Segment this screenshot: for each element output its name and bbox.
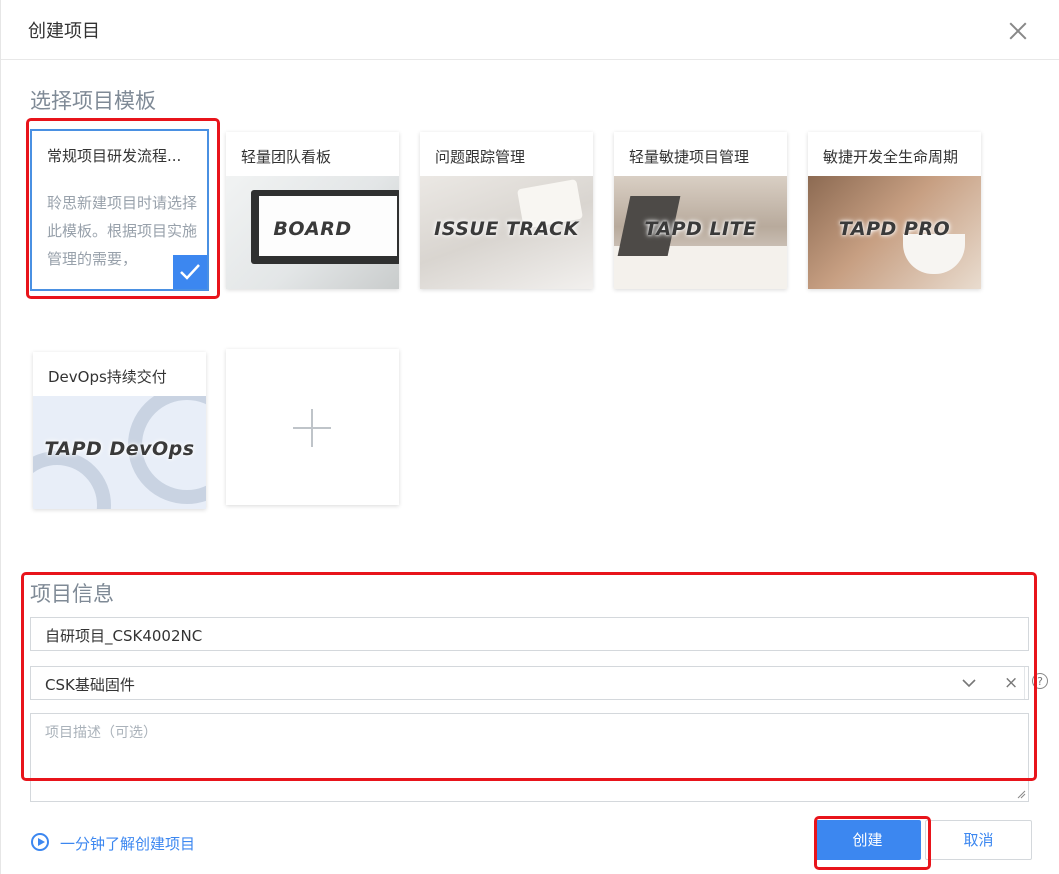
cancel-button[interactable]: 取消 (925, 820, 1032, 860)
template-card-standard[interactable]: 常规项目研发流程... 聆思新建项目时请选择此模板。根据项目实施管理的需要， (30, 129, 209, 291)
project-category-value: CSK基础固件 (45, 676, 135, 694)
template-card-image: ISSUE TRACK (420, 176, 593, 289)
template-card-image: TAPD DevOps (33, 396, 206, 509)
help-video-text: 一分钟了解创建项目 (60, 835, 196, 853)
selected-check-icon (173, 255, 207, 289)
project-category-select[interactable]: CSK基础固件 × (30, 666, 1029, 700)
project-description-placeholder: 项目描述（可选） (45, 725, 157, 741)
template-card-issue-track[interactable]: 问题跟踪管理 ISSUE TRACK (420, 132, 593, 289)
help-icon[interactable]: ? (1032, 673, 1048, 689)
template-card-image-label: ISSUE TRACK (434, 218, 579, 240)
template-card-title: 敏捷开发全生命周期 (823, 148, 959, 166)
clear-icon[interactable]: × (1004, 673, 1018, 693)
template-card-pro[interactable]: 敏捷开发全生命周期 TAPD PRO (808, 132, 981, 289)
resize-grip-icon[interactable] (1016, 789, 1026, 799)
template-card-image-label: BOARD (273, 218, 352, 240)
template-card-lite[interactable]: 轻量敏捷项目管理 TAPD LITE (614, 132, 787, 289)
template-card-title: DevOps持续交付 (48, 368, 167, 386)
template-card-image: BOARD (226, 176, 399, 289)
template-card-title: 轻量团队看板 (241, 148, 332, 166)
project-description-input[interactable]: 项目描述（可选） (30, 713, 1029, 802)
close-icon[interactable] (1005, 18, 1031, 44)
template-card-image-label: TAPD PRO (838, 218, 951, 240)
template-card-devops[interactable]: DevOps持续交付 TAPD DevOps (33, 352, 206, 509)
dialog-header: 创建项目 (1, 0, 1059, 60)
template-card-title: 常规项目研发流程... (47, 147, 182, 165)
template-section-title: 选择项目模板 (30, 89, 156, 113)
template-card-image-label: TAPD DevOps (44, 438, 195, 460)
play-icon (31, 833, 49, 851)
template-card-image: TAPD LITE (614, 176, 787, 289)
template-card-image: TAPD PRO (808, 176, 981, 289)
create-button[interactable]: 创建 (814, 820, 921, 860)
template-card-board[interactable]: 轻量团队看板 BOARD (226, 132, 399, 289)
template-card-title: 轻量敏捷项目管理 (629, 148, 750, 166)
project-info-section-title: 项目信息 (30, 582, 114, 606)
add-template-card[interactable] (226, 349, 399, 505)
project-name-input[interactable]: 自研项目_CSK4002NC (30, 617, 1029, 651)
template-card-title: 问题跟踪管理 (435, 148, 526, 166)
create-project-dialog: 创建项目 选择项目模板 常规项目研发流程... 聆思新建项目时请选择此模板。根据… (0, 0, 1059, 874)
chevron-down-icon (962, 679, 976, 688)
project-name-value: 自研项目_CSK4002NC (45, 627, 203, 645)
dialog-title: 创建项目 (28, 21, 100, 42)
template-card-image-label: TAPD LITE (644, 218, 757, 240)
